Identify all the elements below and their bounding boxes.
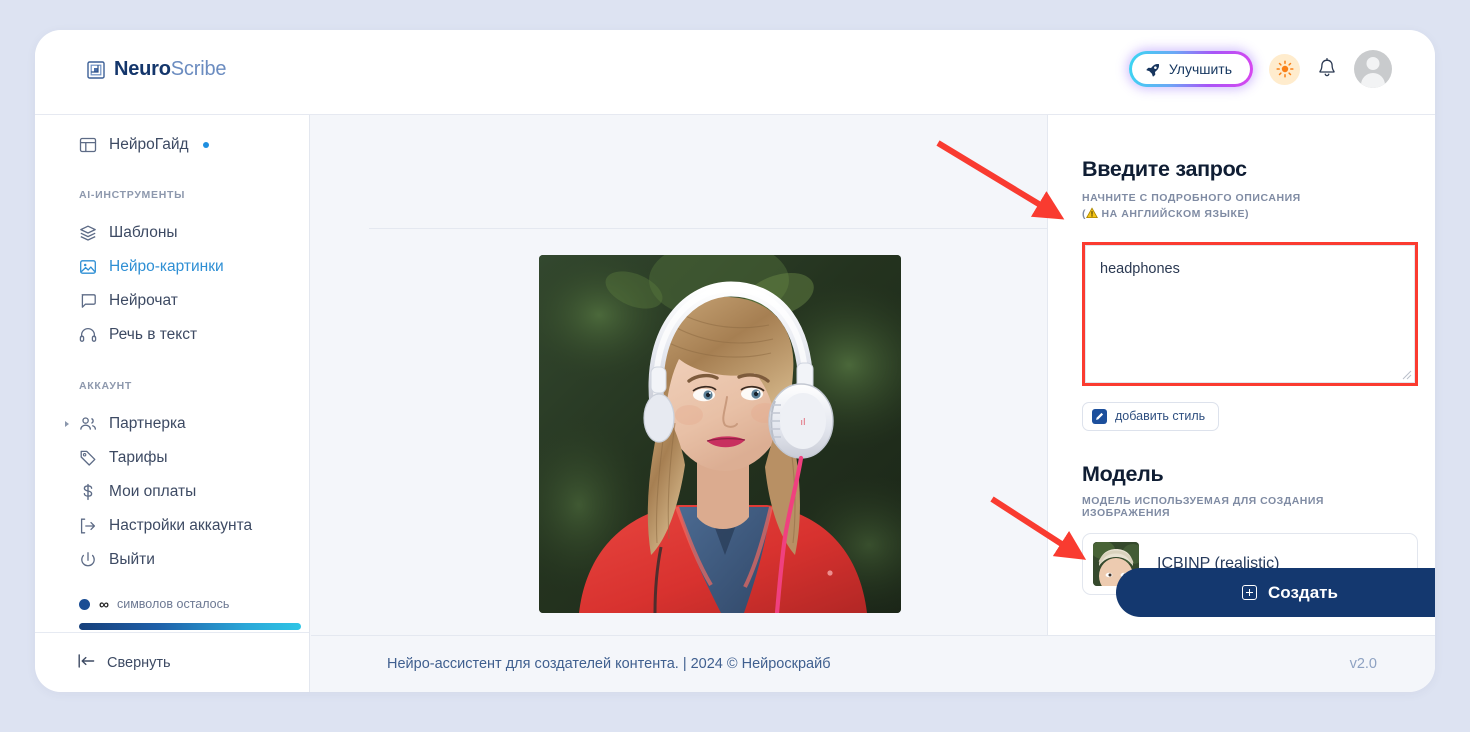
brand-name: NeuroScribe bbox=[114, 58, 226, 81]
power-icon bbox=[79, 551, 97, 569]
sun-icon[interactable] bbox=[1269, 53, 1300, 85]
prompt-input[interactable] bbox=[1085, 244, 1415, 383]
sidebar-item-my-payments[interactable]: Мои оплаты bbox=[35, 475, 309, 509]
layers-icon bbox=[79, 224, 97, 242]
add-style-label: добавить стиль bbox=[1115, 409, 1206, 423]
tokens-label: символов осталось bbox=[116, 597, 230, 611]
sidebar-item-account-settings[interactable]: Настройки аккаунта bbox=[35, 509, 309, 543]
chevron-right-icon bbox=[65, 421, 69, 427]
brand-logo[interactable]: NeuroScribe bbox=[87, 58, 226, 81]
create-button-label: Создать bbox=[1268, 582, 1338, 602]
app-footer: Нейро-ассистент для создателей контента.… bbox=[311, 635, 1435, 692]
brand-name-light: Scribe bbox=[170, 58, 227, 80]
prompt-field-highlight bbox=[1082, 241, 1418, 386]
footer-text: Нейро-ассистент для создателей контента.… bbox=[387, 656, 831, 672]
sidebar-item-partner-program[interactable]: Партнерка bbox=[35, 407, 309, 441]
sidebar-item-label: Речь в текст bbox=[109, 326, 198, 343]
footer-version: v2.0 bbox=[1349, 656, 1377, 672]
panel-subtitle-line1: НАЧНИТЕ С ПОДРОБНОГО ОПИСАНИЯ bbox=[1082, 192, 1301, 204]
new-badge-dot bbox=[202, 142, 209, 148]
image-icon bbox=[79, 258, 97, 276]
svg-text:ıl: ıl bbox=[800, 418, 805, 428]
sidebar-item-label: Партнерка bbox=[109, 415, 186, 432]
sidebar-item-templates[interactable]: Шаблоны bbox=[35, 216, 309, 250]
warning-triangle-icon bbox=[1086, 207, 1099, 220]
dollar-icon bbox=[79, 483, 97, 501]
improve-button-glow: Улучшить bbox=[1128, 51, 1253, 87]
headphones-icon bbox=[79, 326, 97, 344]
sidebar-item-speech-to-text[interactable]: Речь в текст bbox=[35, 318, 309, 352]
sidebar-item-tariffs[interactable]: Тарифы bbox=[35, 441, 309, 475]
sidebar-section-account-label: АККАУНТ bbox=[79, 380, 133, 392]
canvas-divider bbox=[369, 228, 1047, 229]
tag-icon bbox=[79, 449, 97, 467]
panel-subtitle-line2: НА АНГЛИЙСКОМ ЯЗЫКЕ) bbox=[1098, 207, 1250, 220]
sidebar-item-label: Мои оплаты bbox=[109, 483, 197, 500]
prompt-panel: Введите запрос НАЧНИТЕ С ПОДРОБНОГО ОПИС… bbox=[1047, 115, 1435, 635]
tokens-remaining: ∞ символов осталось bbox=[35, 596, 309, 630]
tokens-amount: ∞ bbox=[99, 596, 109, 612]
model-section-subtitle: МОДЕЛЬ ИСПОЛЬЗУЕМАЯ ДЛЯ СОЗДАНИЯ ИЗОБРАЖ… bbox=[1082, 494, 1324, 519]
sidebar-item-label: Шаблоны bbox=[109, 224, 178, 241]
main-canvas: ıl bbox=[311, 115, 1047, 635]
create-button[interactable]: Создать bbox=[1116, 568, 1435, 617]
sidebar-item-neurochat[interactable]: Нейрочат bbox=[35, 284, 309, 318]
stacked-squares-logo-icon bbox=[87, 60, 105, 79]
model-section-title: Модель bbox=[1082, 461, 1164, 486]
users-icon bbox=[79, 415, 97, 433]
chat-bubble-icon bbox=[79, 292, 97, 310]
pencil-square-icon bbox=[1092, 408, 1107, 424]
collapse-label: Свернуть bbox=[107, 654, 171, 671]
sidebar-item-neuro-images[interactable]: Нейро-картинки bbox=[35, 250, 309, 284]
sidebar-item-label: Тарифы bbox=[109, 449, 168, 466]
sidebar-item-label: Нейрочат bbox=[109, 292, 178, 309]
sidebar-section-ai-tools-label: AI-ИНСТРУМЕНТЫ bbox=[79, 189, 186, 201]
panel-title: Введите запрос bbox=[1082, 157, 1247, 181]
sidebar-item-label: НейроГайд bbox=[109, 136, 189, 153]
panel-subtitle: НАЧНИТЕ С ПОДРОБНОГО ОПИСАНИЯ ( НА АНГЛИ… bbox=[1082, 191, 1405, 223]
logout-arrow-icon bbox=[79, 517, 97, 535]
sidebar-item-logout[interactable]: Выйти bbox=[35, 543, 309, 577]
table-grid-icon bbox=[79, 136, 97, 154]
sidebar-item-label: Нейро-картинки bbox=[109, 258, 224, 275]
rocket-icon bbox=[1146, 62, 1161, 77]
token-status-dot bbox=[79, 598, 90, 610]
brand-name-bold: Neuro bbox=[114, 58, 171, 80]
plus-square-icon bbox=[1242, 585, 1258, 600]
generated-image[interactable]: ıl bbox=[539, 255, 901, 613]
header-actions: Улучшить bbox=[1128, 50, 1392, 88]
sidebar-item-label: Настройки аккаунта bbox=[109, 517, 253, 534]
app-window: NeuroScribe Улучшить НейроГайд AI-ИНСТРУ… bbox=[35, 30, 1435, 692]
collapse-left-icon bbox=[77, 653, 96, 673]
sidebar: НейроГайд AI-ИНСТРУМЕНТЫ Шаблоны Нейро-к… bbox=[35, 115, 310, 692]
improve-button-label: Улучшить bbox=[1168, 61, 1232, 77]
sidebar-item-label: Выйти bbox=[109, 551, 155, 568]
bell-icon[interactable] bbox=[1316, 57, 1338, 81]
app-header: NeuroScribe Улучшить bbox=[35, 30, 1435, 115]
tokens-progress-bar bbox=[79, 623, 301, 630]
add-style-button[interactable]: добавить стиль bbox=[1082, 401, 1220, 431]
avatar[interactable] bbox=[1354, 50, 1392, 88]
collapse-sidebar-button[interactable]: Свернуть bbox=[35, 632, 309, 692]
improve-button[interactable]: Улучшить bbox=[1131, 54, 1250, 84]
sidebar-item-neuroguide[interactable]: НейроГайд bbox=[35, 128, 309, 162]
